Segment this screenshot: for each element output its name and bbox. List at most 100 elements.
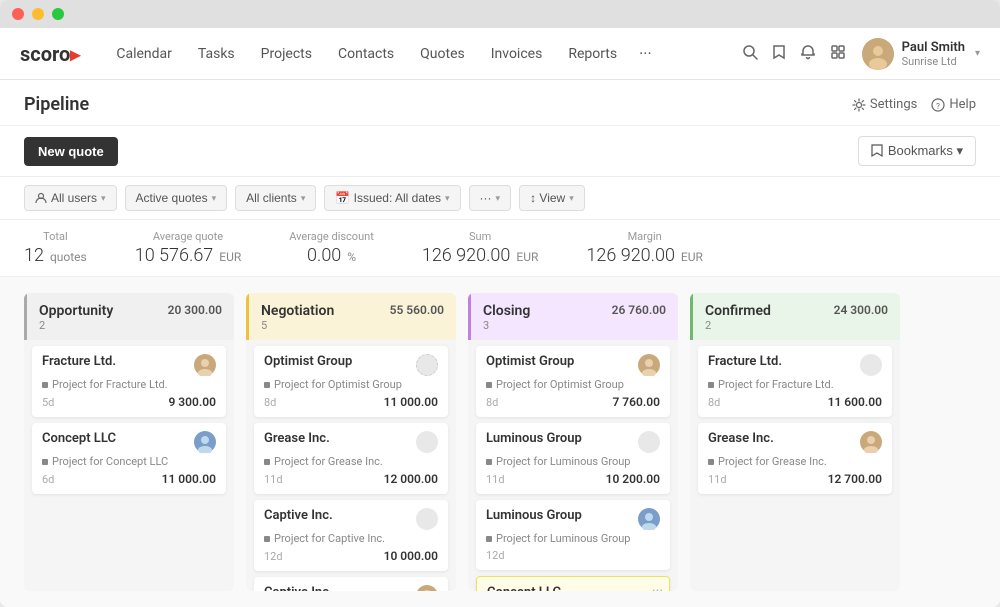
- filters-bar: All users ▾ Active quotes ▾ All clients …: [0, 177, 1000, 220]
- minimize-btn[interactable]: [32, 8, 44, 20]
- col-count-opportunity: 2: [39, 319, 113, 332]
- card-footer: 8d 11 600.00: [708, 395, 882, 409]
- filter-users[interactable]: All users ▾: [24, 185, 117, 211]
- toolbar: New quote Bookmarks ▾: [0, 126, 1000, 177]
- kanban-card[interactable]: Fracture Ltd. Project for Fracture Ltd.: [32, 346, 226, 417]
- card-company: Captive Inc.: [264, 585, 333, 591]
- titlebar: [0, 0, 1000, 28]
- filter-users-label: All users: [51, 191, 97, 205]
- kanban-card[interactable]: Concept LLC Project for Concept LLC 6d: [32, 423, 226, 494]
- avatar: [194, 354, 216, 376]
- close-btn[interactable]: [12, 8, 24, 20]
- project-dot-icon: [486, 536, 492, 542]
- nav-reports[interactable]: Reports: [556, 40, 629, 68]
- stat-avg-discount-value: 0.00 %: [289, 245, 374, 266]
- avatar: [638, 354, 660, 376]
- kanban-card[interactable]: Grease Inc. Project for Grease Inc. 11: [698, 423, 892, 494]
- card-project: Project for Luminous Group: [486, 532, 660, 545]
- card-days: 11d: [264, 473, 283, 486]
- nav-contacts[interactable]: Contacts: [326, 40, 406, 68]
- card-footer: 12d 10 000.00: [264, 549, 438, 563]
- col-count-closing: 3: [483, 319, 530, 332]
- stat-total-unit: quotes: [50, 250, 87, 264]
- nav-quotes[interactable]: Quotes: [408, 40, 477, 68]
- kanban-column-confirmed: Confirmed 2 24 300.00 Fracture Ltd.: [690, 293, 900, 591]
- avatar: [860, 431, 882, 453]
- kanban-card[interactable]: Luminous Group Project for Luminous Grou…: [476, 500, 670, 570]
- card-project: Project for Optimist Group: [486, 378, 660, 391]
- user-info: Paul Smith Sunrise Ltd: [902, 40, 965, 68]
- grid-icon[interactable]: [830, 44, 846, 64]
- filter-clients[interactable]: All clients ▾: [235, 185, 316, 211]
- help-link[interactable]: ? Help: [931, 97, 976, 112]
- stat-margin-number: 126 920.00: [586, 245, 675, 266]
- nav-tasks[interactable]: Tasks: [186, 40, 247, 68]
- kanban-card[interactable]: Optimist Group Project for Optimist Grou…: [254, 346, 448, 417]
- card-footer: 8d 7 760.00: [486, 395, 660, 409]
- avatar-placeholder: [416, 431, 438, 453]
- filter-dates[interactable]: 📅 Issued: All dates ▾: [324, 185, 460, 211]
- bookmark-icon[interactable]: [772, 44, 786, 64]
- kanban-card[interactable]: Fracture Ltd. Project for Fracture Ltd. …: [698, 346, 892, 417]
- col-sum-opportunity: 20 300.00: [168, 303, 222, 317]
- filter-users-arrow: ▾: [101, 193, 106, 204]
- settings-link[interactable]: Settings: [852, 97, 917, 112]
- stat-sum-label: Sum: [422, 230, 539, 243]
- main-content: Pipeline Settings ? Help: [0, 80, 1000, 607]
- avatar: [416, 585, 438, 591]
- avatar: [638, 508, 660, 530]
- nav-projects[interactable]: Projects: [249, 40, 324, 68]
- kanban-container: Opportunity 2 20 300.00 Fracture Ltd.: [0, 277, 1000, 607]
- app-window: scoro▸ Calendar Tasks Projects Contacts …: [0, 0, 1000, 607]
- filter-dates-label: 📅 Issued: All dates: [335, 191, 441, 205]
- card-project: Project for Optimist Group: [264, 378, 438, 391]
- filter-more-label: ···: [480, 191, 492, 205]
- card-top: Fracture Ltd.: [708, 354, 882, 376]
- bookmarks-button[interactable]: Bookmarks ▾: [858, 136, 976, 166]
- card-company: Optimist Group: [486, 354, 574, 369]
- card-project-label: Project for Optimist Group: [274, 378, 402, 391]
- col-header-confirmed: Confirmed 2 24 300.00: [690, 293, 900, 340]
- kanban-card[interactable]: Captive Inc. Project for Captive Inc. 12…: [254, 500, 448, 571]
- kanban-card[interactable]: Grease Inc. Project for Grease Inc. 11d …: [254, 423, 448, 494]
- card-top: Captive Inc.: [264, 508, 438, 530]
- maximize-btn[interactable]: [52, 8, 64, 20]
- filter-view[interactable]: ↕ View ▾: [519, 185, 585, 211]
- search-icon[interactable]: [742, 44, 758, 64]
- card-company: Fracture Ltd.: [42, 354, 116, 369]
- card-days: 5d: [42, 396, 54, 409]
- avatar-placeholder: [416, 354, 438, 376]
- kanban-card[interactable]: Captive Inc. Project for Captive Inc.: [254, 577, 448, 591]
- kanban-cards-opportunity: Fracture Ltd. Project for Fracture Ltd.: [24, 340, 234, 591]
- filter-more[interactable]: ··· ▾: [469, 185, 512, 211]
- user-area[interactable]: Paul Smith Sunrise Ltd ▾: [862, 38, 980, 70]
- bell-icon[interactable]: [800, 44, 816, 64]
- kanban-card-highlighted[interactable]: ··· Concept LLC Project for Concept LLC …: [476, 576, 670, 591]
- kanban-card[interactable]: Luminous Group Project for Luminous Grou…: [476, 423, 670, 494]
- stat-sum: Sum 126 920.00 EUR: [422, 230, 539, 266]
- filter-more-arrow: ▾: [496, 193, 501, 204]
- kanban-board: Opportunity 2 20 300.00 Fracture Ltd.: [24, 293, 976, 591]
- filter-quotes[interactable]: Active quotes ▾: [125, 185, 228, 211]
- card-days: 12d: [264, 550, 283, 563]
- nav-calendar[interactable]: Calendar: [104, 40, 184, 68]
- bookmarks-label: Bookmarks ▾: [888, 143, 963, 159]
- page-title: Pipeline: [24, 94, 89, 115]
- project-dot-icon: [486, 382, 492, 388]
- nav-more[interactable]: ···: [631, 38, 660, 69]
- logo[interactable]: scoro▸: [20, 42, 80, 66]
- col-header-negotiation: Negotiation 5 55 560.00: [246, 293, 456, 340]
- nav-invoices[interactable]: Invoices: [479, 40, 555, 68]
- col-title-area-closing: Closing 3: [483, 303, 530, 332]
- card-company: Grease Inc.: [708, 431, 774, 446]
- project-dot-icon: [486, 459, 492, 465]
- card-more-button[interactable]: ···: [652, 583, 663, 591]
- card-project: Project for Fracture Ltd.: [708, 378, 882, 391]
- kanban-card[interactable]: Optimist Group Project for Optimist Grou…: [476, 346, 670, 417]
- card-amount: 11 000.00: [162, 472, 216, 486]
- card-top: Captive Inc.: [264, 585, 438, 591]
- person-icon: [35, 192, 47, 204]
- new-quote-button[interactable]: New quote: [24, 137, 118, 166]
- kanban-cards-closing: Optimist Group Project for Optimist Grou…: [468, 340, 678, 591]
- card-project: Project for Grease Inc.: [264, 455, 438, 468]
